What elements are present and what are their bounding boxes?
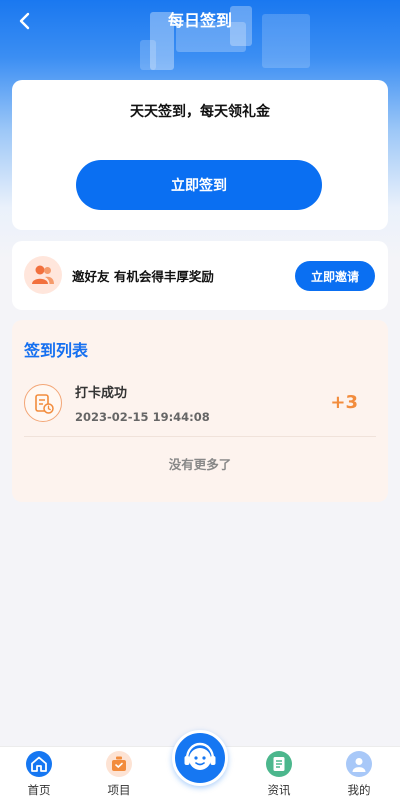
invite-button[interactable]: 立即邀请 [295,261,375,291]
news-icon-badge [266,751,292,777]
signin-list-card: 签到列表 打卡成功 2023-02-15 19:44:08 +3 没有更多了 [12,320,388,502]
no-more-text: 没有更多了 [168,457,232,472]
signin-card: 天天签到，每天领礼金 立即签到 [12,80,388,230]
record-avatar [24,384,62,422]
customer-service-icon [184,742,216,770]
list-divider [24,436,376,437]
news-icon [273,757,285,771]
signin-slogan: 天天签到，每天领礼金 [130,104,270,120]
tab-news[interactable]: 资讯 [249,747,309,802]
tab-mine[interactable]: 我的 [329,747,389,802]
tab-project-label: 项目 [107,783,131,797]
tab-project[interactable]: 项目 [89,747,149,802]
tab-news-label: 资讯 [267,783,291,797]
invite-avatar [24,256,62,294]
invite-text: 邀好友 有机会得丰厚奖励 [72,269,214,284]
signin-button[interactable]: 立即签到 [76,160,322,210]
record-title: 打卡成功 [75,386,128,401]
home-icon-badge [26,751,52,777]
user-icon [352,758,366,772]
record-points: +3 [330,392,358,413]
tab-mine-label: 我的 [347,783,371,797]
customer-service-button[interactable] [172,730,228,786]
invite-card: 邀好友 有机会得丰厚奖励 立即邀请 [12,241,388,310]
document-clock-icon [35,394,54,414]
user-icon-badge [346,751,372,777]
tab-home[interactable]: 首页 [9,747,69,802]
record-time: 2023-02-15 19:44:08 [75,410,210,424]
page-title: 每日签到 [167,11,232,30]
people-icon [32,265,54,284]
bag-icon-badge [106,751,132,777]
signin-list-title: 签到列表 [24,341,89,360]
bag-icon [112,756,126,771]
header-decoration [140,40,156,70]
tab-home-label: 首页 [27,783,51,797]
home-icon [31,756,47,772]
